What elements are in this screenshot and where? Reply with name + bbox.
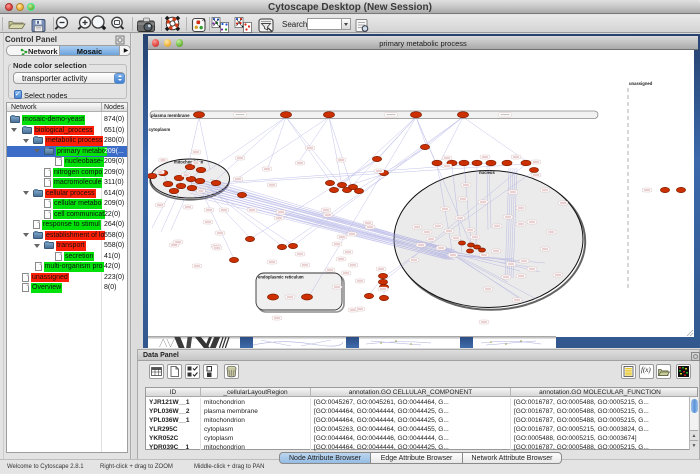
svg-text:nucleus: nucleus <box>479 170 495 175</box>
svg-text:cytoplasm: cytoplasm <box>149 127 171 132</box>
svg-text:plasma membrane: plasma membrane <box>151 113 190 118</box>
svg-text:endoplasmic reticulum: endoplasmic reticulum <box>258 275 304 280</box>
svg-text:unassigned: unassigned <box>629 81 653 86</box>
